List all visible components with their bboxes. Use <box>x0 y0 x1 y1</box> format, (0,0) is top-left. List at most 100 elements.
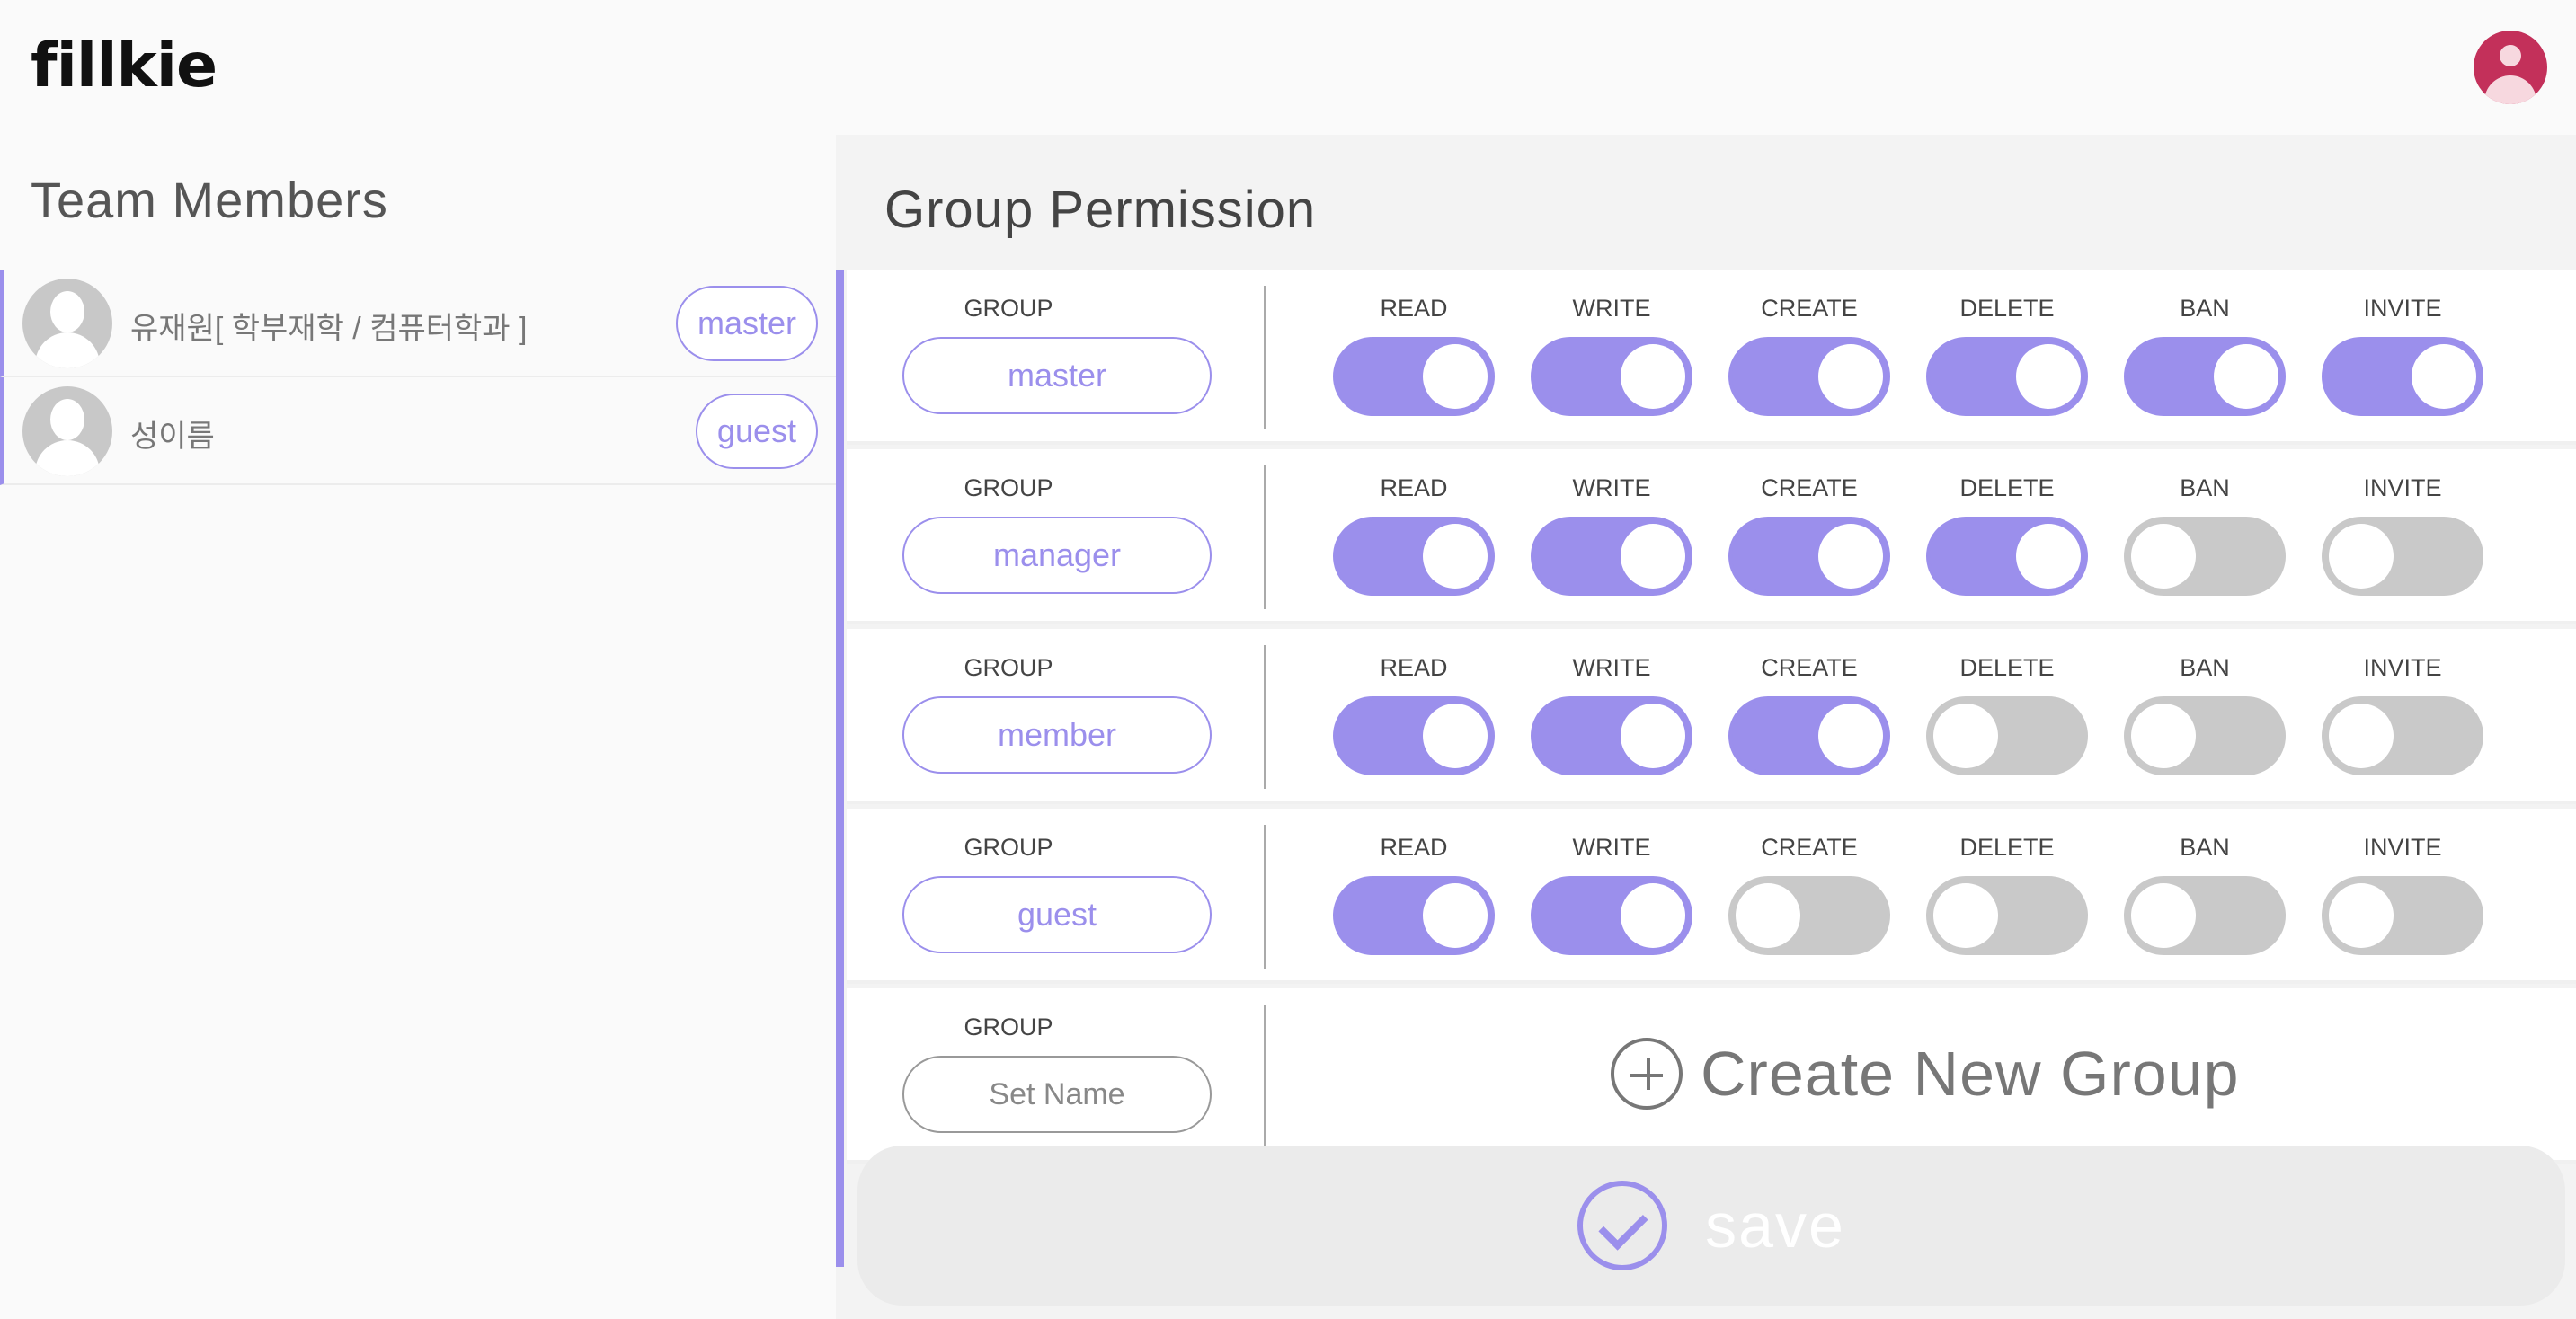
permission-read: READ <box>1333 834 1495 969</box>
group-label: GROUP <box>964 654 1053 681</box>
toggle-manager-read[interactable] <box>1333 517 1495 596</box>
top-bar: fillkie <box>0 0 2576 135</box>
toggle-knob <box>2329 883 2394 948</box>
toggle-guest-ban[interactable] <box>2124 876 2286 955</box>
permission-label: DELETE <box>1959 654 2055 681</box>
permission-ban: BAN <box>2124 654 2286 789</box>
group-row-master: GROUP master READ WRITE CREATE DELETE BAN INVIT… <box>847 270 2576 445</box>
permission-label: BAN <box>2180 654 2230 681</box>
save-label: save <box>1705 1191 1845 1261</box>
permission-read: READ <box>1333 654 1495 789</box>
permission-label: BAN <box>2180 834 2230 861</box>
permission-delete: DELETE <box>1926 654 2088 789</box>
toggle-knob <box>2131 704 2196 768</box>
toggle-knob <box>1423 524 1488 589</box>
member-avatar-icon <box>22 279 112 368</box>
toggle-master-invite[interactable] <box>2322 337 2483 416</box>
toggle-master-ban[interactable] <box>2124 337 2286 416</box>
toggle-knob <box>2329 704 2394 768</box>
toggle-guest-create[interactable] <box>1728 876 1890 955</box>
group-name-pill[interactable]: master <box>902 337 1212 414</box>
permission-label: DELETE <box>1959 474 2055 501</box>
toggle-knob <box>1933 883 1998 948</box>
toggle-knob <box>1423 883 1488 948</box>
permission-write: WRITE <box>1531 474 1692 609</box>
toggle-knob <box>1818 704 1883 768</box>
new-group-name-input[interactable]: Set Name <box>902 1056 1212 1133</box>
toggle-master-read[interactable] <box>1333 337 1495 416</box>
toggle-knob <box>2131 883 2196 948</box>
permission-invite: INVITE <box>2322 834 2483 969</box>
toggle-member-ban[interactable] <box>2124 696 2286 775</box>
permission-label: CREATE <box>1761 474 1858 501</box>
member-row[interactable]: 유재원[ 학부재학 / 컴퓨터학과 ] master <box>0 270 836 377</box>
permission-create: CREATE <box>1728 834 1890 969</box>
group-name-pill[interactable]: member <box>902 696 1212 774</box>
create-new-group-button[interactable]: Create New Group <box>1611 1038 2240 1110</box>
toggle-member-create[interactable] <box>1728 696 1890 775</box>
save-button[interactable]: save <box>857 1146 2565 1306</box>
divider <box>1264 465 1266 609</box>
member-role-badge[interactable]: master <box>675 286 818 361</box>
toggle-master-write[interactable] <box>1531 337 1692 416</box>
toggle-knob <box>1818 344 1883 409</box>
toggle-knob <box>2412 344 2476 409</box>
permission-ban: BAN <box>2124 474 2286 609</box>
toggle-manager-create[interactable] <box>1728 517 1890 596</box>
group-permission-title: Group Permission <box>884 181 1317 239</box>
permission-label: INVITE <box>2363 834 2442 861</box>
toggle-knob <box>2214 344 2278 409</box>
toggle-knob <box>1736 883 1800 948</box>
team-members-title: Team Members <box>31 172 388 228</box>
group-label: GROUP <box>964 295 1053 322</box>
toggle-member-read[interactable] <box>1333 696 1495 775</box>
toggle-knob <box>1621 524 1685 589</box>
permission-write: WRITE <box>1531 654 1692 789</box>
toggle-manager-delete[interactable] <box>1926 517 2088 596</box>
group-name-pill[interactable]: manager <box>902 517 1212 594</box>
toggle-member-delete[interactable] <box>1926 696 2088 775</box>
permission-invite: INVITE <box>2322 474 2483 609</box>
toggle-master-delete[interactable] <box>1926 337 2088 416</box>
divider <box>1264 645 1266 789</box>
member-name: 유재원[ 학부재학 / 컴퓨터학과 ] <box>130 312 528 346</box>
toggle-knob <box>1621 344 1685 409</box>
toggle-knob <box>2131 524 2196 589</box>
group-row-member: GROUP member READ WRITE CREATE DELETE BAN INVIT… <box>847 629 2576 804</box>
toggle-guest-delete[interactable] <box>1926 876 2088 955</box>
toggle-member-invite[interactable] <box>2322 696 2483 775</box>
toggle-knob <box>2329 524 2394 589</box>
toggle-manager-ban[interactable] <box>2124 517 2286 596</box>
toggle-guest-write[interactable] <box>1531 876 1692 955</box>
toggle-manager-write[interactable] <box>1531 517 1692 596</box>
permission-create: CREATE <box>1728 295 1890 429</box>
app-logo[interactable]: fillkie <box>31 31 218 102</box>
group-label: GROUP <box>964 834 1053 861</box>
toggle-knob <box>1933 704 1998 768</box>
group-row-guest: GROUP guest READ WRITE CREATE DELETE BAN INVITE <box>847 809 2576 984</box>
group-name-pill[interactable]: guest <box>902 876 1212 953</box>
permission-read: READ <box>1333 474 1495 609</box>
toggle-master-create[interactable] <box>1728 337 1890 416</box>
permission-label: BAN <box>2180 295 2230 322</box>
permission-ban: BAN <box>2124 834 2286 969</box>
permission-label: READ <box>1380 654 1448 681</box>
permission-label: BAN <box>2180 474 2230 501</box>
toggle-guest-invite[interactable] <box>2322 876 2483 955</box>
profile-avatar-icon[interactable] <box>2474 31 2547 104</box>
permission-label: READ <box>1380 834 1448 861</box>
permission-label: CREATE <box>1761 654 1858 681</box>
member-role-badge[interactable]: guest <box>695 394 818 469</box>
toggle-manager-invite[interactable] <box>2322 517 2483 596</box>
permission-label: WRITE <box>1572 474 1651 501</box>
toggle-member-write[interactable] <box>1531 696 1692 775</box>
toggle-knob <box>1423 344 1488 409</box>
member-name: 성이름 <box>130 420 215 454</box>
permission-label: WRITE <box>1572 295 1651 322</box>
toggle-guest-read[interactable] <box>1333 876 1495 955</box>
permission-ban: BAN <box>2124 295 2286 429</box>
permission-label: READ <box>1380 474 1448 501</box>
member-row[interactable]: 성이름 guest <box>0 377 836 485</box>
permission-label: INVITE <box>2363 295 2442 322</box>
permission-create: CREATE <box>1728 654 1890 789</box>
